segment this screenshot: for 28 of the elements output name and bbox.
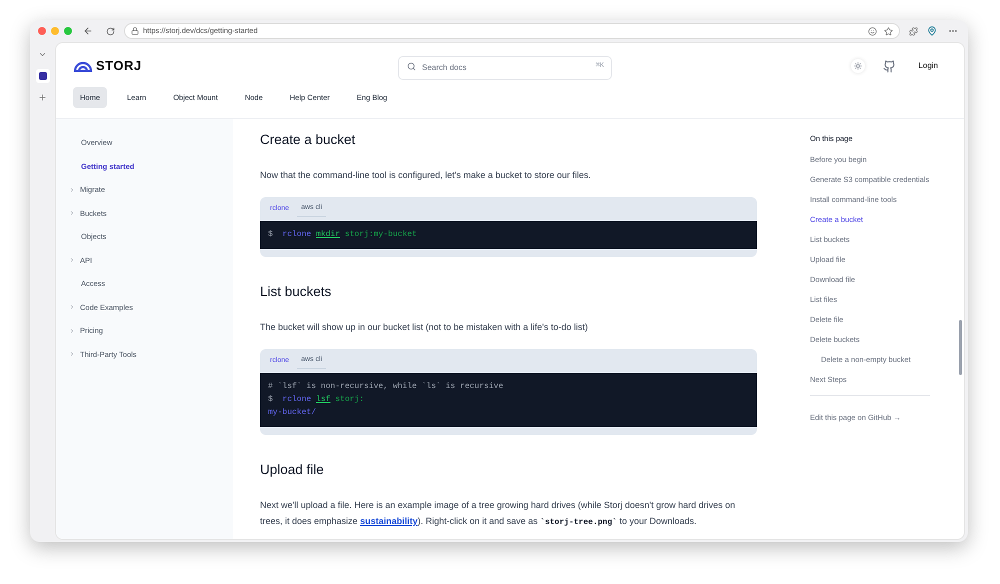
close-window-icon[interactable] xyxy=(38,27,46,35)
extensions-icon[interactable] xyxy=(909,26,918,36)
smiley-icon[interactable] xyxy=(868,26,877,36)
lock-icon xyxy=(131,27,139,35)
github-icon[interactable] xyxy=(883,60,896,72)
reload-icon[interactable] xyxy=(106,26,115,36)
code-line: $ rclone mkdir storj:my-bucket xyxy=(268,230,417,240)
code-line: my-bucket/ xyxy=(268,408,316,418)
logo-icon xyxy=(73,60,93,72)
search-icon xyxy=(407,62,416,70)
section-heading: Upload file xyxy=(260,461,325,479)
code-line: # `lsf` is non-recursive, while `ls` is recursive xyxy=(268,382,504,392)
scrollbar-thumb[interactable] xyxy=(959,320,962,375)
bookmark-star-icon[interactable] xyxy=(884,26,893,36)
section-heading: List buckets xyxy=(260,283,332,301)
back-icon[interactable] xyxy=(83,26,93,36)
new-tab-icon[interactable] xyxy=(38,93,47,102)
login-button[interactable]: Login xyxy=(918,60,938,72)
paragraph: Now that the command-line tool is configured, let's make a bucket to store our files. xyxy=(260,169,592,182)
logo-text: STORJ xyxy=(96,57,142,76)
section-heading: Create a bucket xyxy=(260,131,356,149)
code-line: $ rclone lsf storj: xyxy=(268,395,364,405)
paragraph: The bucket will show up in our bucket list (not to be mistaken with a life's to-do list) xyxy=(260,321,589,334)
chevron-down-icon[interactable] xyxy=(38,50,47,59)
paragraph: Next we'll upload a file. Here is an example image of a tree growing hard drives (while Storj doesn't grow hard drives on trees, it does emphasize sustainability). Right-click on it and save as `storj-tree.png` to your Downloads. xyxy=(260,499,736,529)
pin-icon[interactable] xyxy=(927,26,937,36)
app-tab-icon[interactable] xyxy=(36,69,50,83)
sustainability-link[interactable]: sustainability xyxy=(360,516,418,526)
